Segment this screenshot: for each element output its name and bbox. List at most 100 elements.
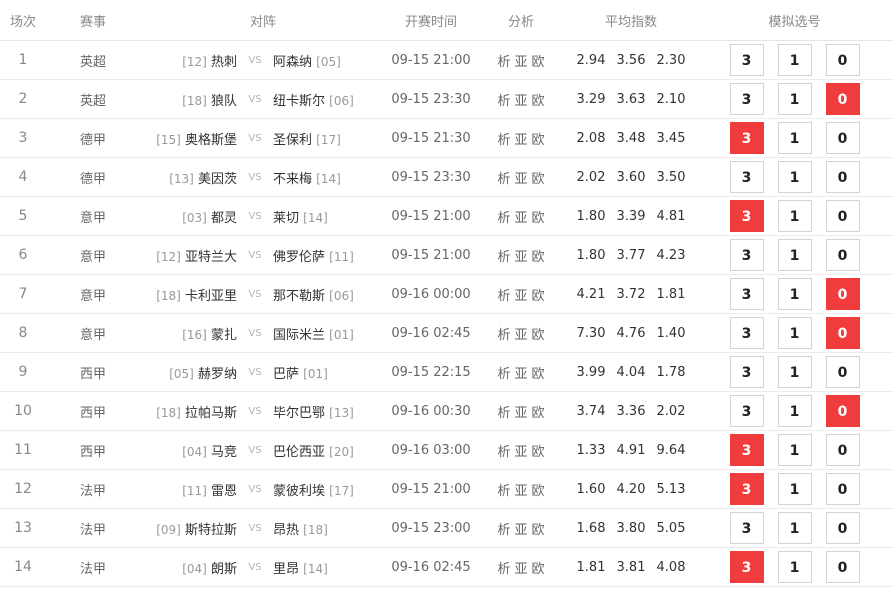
pick-win-button[interactable]: 3 xyxy=(729,317,764,349)
pick-lose-button[interactable]: 0 xyxy=(825,317,860,349)
league-link[interactable]: 法甲 xyxy=(46,508,140,548)
euro-odds-link[interactable]: 欧 xyxy=(532,367,545,382)
home-team[interactable]: [12] 亚特兰大 xyxy=(140,235,240,275)
league-link[interactable]: 意甲 xyxy=(46,196,140,236)
pick-win-button[interactable]: 3 xyxy=(729,239,764,271)
analysis-link[interactable]: 析 xyxy=(497,211,510,226)
pick-win-button[interactable]: 3 xyxy=(729,356,764,388)
pick-draw-button[interactable]: 1 xyxy=(777,551,812,583)
away-team[interactable]: 那不勒斯 [06] xyxy=(270,274,386,314)
asian-odds-link[interactable]: 亚 xyxy=(514,562,527,577)
analysis-link[interactable]: 析 xyxy=(497,367,510,382)
home-team[interactable]: [05] 赫罗纳 xyxy=(140,352,240,392)
pick-win-button[interactable]: 3 xyxy=(729,434,764,466)
pick-win-button[interactable]: 3 xyxy=(729,44,764,76)
pick-draw-button[interactable]: 1 xyxy=(777,122,812,154)
asian-odds-link[interactable]: 亚 xyxy=(514,211,527,226)
pick-draw-button[interactable]: 1 xyxy=(777,83,812,115)
away-team[interactable]: 里昂 [14] xyxy=(270,547,386,587)
asian-odds-link[interactable]: 亚 xyxy=(514,523,527,538)
pick-draw-button[interactable]: 1 xyxy=(777,161,812,193)
pick-lose-button[interactable]: 0 xyxy=(825,473,860,505)
pick-lose-button[interactable]: 0 xyxy=(825,161,860,193)
league-link[interactable]: 西甲 xyxy=(46,352,140,392)
asian-odds-link[interactable]: 亚 xyxy=(514,367,527,382)
pick-draw-button[interactable]: 1 xyxy=(777,395,812,427)
away-team[interactable]: 纽卡斯尔 [06] xyxy=(270,79,386,119)
analysis-link[interactable]: 析 xyxy=(497,55,510,70)
asian-odds-link[interactable]: 亚 xyxy=(514,445,527,460)
home-team[interactable]: [04] 朗斯 xyxy=(140,547,240,587)
euro-odds-link[interactable]: 欧 xyxy=(532,562,545,577)
pick-draw-button[interactable]: 1 xyxy=(777,473,812,505)
analysis-link[interactable]: 析 xyxy=(497,172,510,187)
pick-win-button[interactable]: 3 xyxy=(729,122,764,154)
away-team[interactable]: 莱切 [14] xyxy=(270,196,386,236)
asian-odds-link[interactable]: 亚 xyxy=(514,133,527,148)
euro-odds-link[interactable]: 欧 xyxy=(532,406,545,421)
euro-odds-link[interactable]: 欧 xyxy=(532,328,545,343)
home-team[interactable]: [09] 斯特拉斯 xyxy=(140,508,240,548)
home-team[interactable]: [12] 热刺 xyxy=(140,40,240,80)
home-team[interactable]: [18] 卡利亚里 xyxy=(140,274,240,314)
away-team[interactable]: 蒙彼利埃 [17] xyxy=(270,469,386,509)
analysis-link[interactable]: 析 xyxy=(497,94,510,109)
asian-odds-link[interactable]: 亚 xyxy=(514,94,527,109)
away-team[interactable]: 阿森纳 [05] xyxy=(270,40,386,80)
away-team[interactable]: 佛罗伦萨 [11] xyxy=(270,235,386,275)
home-team[interactable]: [18] 拉帕马斯 xyxy=(140,391,240,431)
asian-odds-link[interactable]: 亚 xyxy=(514,289,527,304)
league-link[interactable]: 意甲 xyxy=(46,274,140,314)
pick-lose-button[interactable]: 0 xyxy=(825,122,860,154)
home-team[interactable]: [13] 美因茨 xyxy=(140,157,240,197)
home-team[interactable]: [18] 狼队 xyxy=(140,79,240,119)
pick-draw-button[interactable]: 1 xyxy=(777,44,812,76)
euro-odds-link[interactable]: 欧 xyxy=(532,211,545,226)
pick-draw-button[interactable]: 1 xyxy=(777,512,812,544)
pick-draw-button[interactable]: 1 xyxy=(777,434,812,466)
pick-win-button[interactable]: 3 xyxy=(729,551,764,583)
pick-lose-button[interactable]: 0 xyxy=(825,395,860,427)
league-link[interactable]: 西甲 xyxy=(46,430,140,470)
analysis-link[interactable]: 析 xyxy=(497,562,510,577)
pick-lose-button[interactable]: 0 xyxy=(825,278,860,310)
analysis-link[interactable]: 析 xyxy=(497,250,510,265)
euro-odds-link[interactable]: 欧 xyxy=(532,172,545,187)
away-team[interactable]: 不来梅 [14] xyxy=(270,157,386,197)
pick-lose-button[interactable]: 0 xyxy=(825,356,860,388)
euro-odds-link[interactable]: 欧 xyxy=(532,133,545,148)
home-team[interactable]: [15] 奥格斯堡 xyxy=(140,118,240,158)
analysis-link[interactable]: 析 xyxy=(497,445,510,460)
euro-odds-link[interactable]: 欧 xyxy=(532,523,545,538)
pick-lose-button[interactable]: 0 xyxy=(825,200,860,232)
league-link[interactable]: 意甲 xyxy=(46,235,140,275)
asian-odds-link[interactable]: 亚 xyxy=(514,328,527,343)
analysis-link[interactable]: 析 xyxy=(497,523,510,538)
analysis-link[interactable]: 析 xyxy=(497,133,510,148)
league-link[interactable]: 德甲 xyxy=(46,157,140,197)
analysis-link[interactable]: 析 xyxy=(497,328,510,343)
pick-win-button[interactable]: 3 xyxy=(729,512,764,544)
pick-draw-button[interactable]: 1 xyxy=(777,317,812,349)
home-team[interactable]: [16] 蒙扎 xyxy=(140,313,240,353)
pick-win-button[interactable]: 3 xyxy=(729,473,764,505)
asian-odds-link[interactable]: 亚 xyxy=(514,406,527,421)
league-link[interactable]: 法甲 xyxy=(46,547,140,587)
away-team[interactable]: 国际米兰 [01] xyxy=(270,313,386,353)
pick-win-button[interactable]: 3 xyxy=(729,278,764,310)
pick-win-button[interactable]: 3 xyxy=(729,161,764,193)
euro-odds-link[interactable]: 欧 xyxy=(532,250,545,265)
pick-lose-button[interactable]: 0 xyxy=(825,239,860,271)
pick-lose-button[interactable]: 0 xyxy=(825,512,860,544)
league-link[interactable]: 西甲 xyxy=(46,391,140,431)
league-link[interactable]: 法甲 xyxy=(46,469,140,509)
league-link[interactable]: 英超 xyxy=(46,40,140,80)
euro-odds-link[interactable]: 欧 xyxy=(532,55,545,70)
home-team[interactable]: [03] 都灵 xyxy=(140,196,240,236)
league-link[interactable]: 意甲 xyxy=(46,313,140,353)
pick-draw-button[interactable]: 1 xyxy=(777,239,812,271)
away-team[interactable]: 毕尔巴鄂 [13] xyxy=(270,391,386,431)
asian-odds-link[interactable]: 亚 xyxy=(514,250,527,265)
home-team[interactable]: [04] 马竞 xyxy=(140,430,240,470)
league-link[interactable]: 德甲 xyxy=(46,118,140,158)
